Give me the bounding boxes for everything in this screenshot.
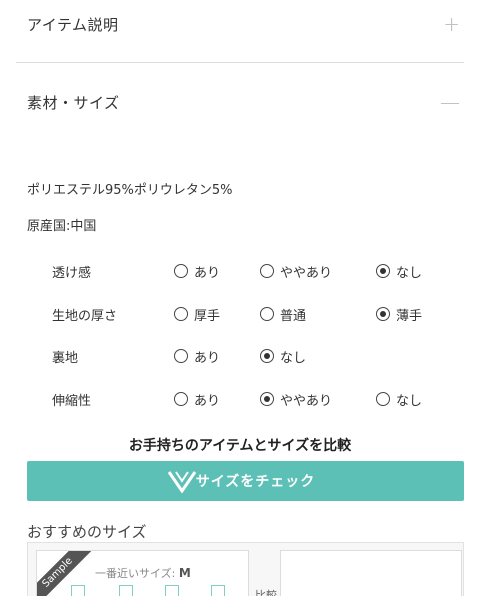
radio-label: あり: [194, 350, 221, 366]
radio-label: 薄手: [396, 308, 423, 324]
radio-label: なし: [396, 393, 423, 409]
radio-option[interactable]: ややあり: [260, 389, 332, 409]
attribute-label: 透け感: [52, 266, 92, 281]
v-logo-icon: [167, 471, 197, 493]
compare-label: 比較: [255, 589, 277, 596]
radio-button[interactable]: [174, 349, 188, 363]
radio-option[interactable]: あり: [174, 389, 220, 409]
divider: [16, 62, 464, 63]
recommended-size-panel: Sample 一番近いサイズ: M 比較: [27, 542, 464, 596]
attribute-row: 生地の厚さ 厚手 普通 薄手: [0, 302, 480, 326]
accordion-title: 素材・サイズ: [27, 94, 120, 112]
radio-button[interactable]: [260, 307, 274, 321]
accordion-item-description[interactable]: アイテム説明 +: [0, 8, 480, 48]
radio-option[interactable]: なし: [376, 261, 422, 281]
radio-label: ややあり: [280, 265, 333, 281]
attribute-row: 伸縮性 あり ややあり なし: [0, 387, 480, 411]
minus-icon[interactable]: —: [440, 92, 460, 112]
radio-button[interactable]: [260, 392, 274, 406]
radio-button[interactable]: [260, 349, 274, 363]
radio-label: なし: [280, 350, 307, 366]
radio-label: あり: [194, 265, 221, 281]
nearest-size-value: M: [178, 566, 191, 580]
pants-icon: [165, 585, 179, 596]
size-check-label: サイズをチェック: [195, 474, 316, 490]
compare-title: お手持ちのアイテムとサイズを比較: [128, 438, 352, 454]
radio-button[interactable]: [376, 307, 390, 321]
compare-card[interactable]: [280, 550, 462, 596]
radio-option[interactable]: あり: [174, 261, 220, 281]
pants-icon: [119, 585, 133, 596]
plus-icon[interactable]: +: [443, 14, 460, 34]
sample-ribbon: Sample: [37, 551, 96, 596]
attribute-label: 裏地: [52, 351, 79, 366]
radio-label: なし: [396, 265, 423, 281]
radio-option[interactable]: 普通: [260, 304, 306, 324]
accordion-title: アイテム説明: [27, 16, 119, 34]
recommended-card[interactable]: Sample 一番近いサイズ: M: [36, 550, 249, 596]
recommended-size-title: おすすめのサイズ: [27, 523, 147, 541]
radio-option[interactable]: ややあり: [260, 261, 332, 281]
radio-label: ややあり: [280, 393, 333, 409]
pants-icon: [71, 585, 85, 596]
radio-option[interactable]: 厚手: [174, 304, 220, 324]
attribute-label: 伸縮性: [52, 394, 92, 409]
radio-button[interactable]: [260, 264, 274, 278]
pants-icon: [211, 585, 225, 596]
radio-button[interactable]: [174, 307, 188, 321]
origin-text: 原産国:中国: [27, 219, 97, 234]
material-text: ポリエステル95%ポリウレタン5%: [27, 183, 233, 198]
radio-label: あり: [194, 393, 221, 409]
nearest-size: 一番近いサイズ: M: [95, 565, 191, 581]
radio-label: 厚手: [194, 308, 221, 324]
attribute-row: 透け感 あり ややあり なし: [0, 259, 480, 283]
size-check-button[interactable]: サイズをチェック: [27, 461, 464, 501]
nearest-size-label: 一番近いサイズ:: [95, 567, 176, 580]
radio-option[interactable]: なし: [260, 346, 306, 366]
radio-button[interactable]: [376, 264, 390, 278]
attribute-label: 生地の厚さ: [52, 309, 118, 324]
radio-button[interactable]: [376, 392, 390, 406]
radio-option[interactable]: なし: [376, 389, 422, 409]
attribute-row: 裏地 あり なし: [0, 344, 480, 368]
radio-option[interactable]: 薄手: [376, 304, 422, 324]
accordion-material-size[interactable]: 素材・サイズ —: [0, 86, 480, 126]
radio-button[interactable]: [174, 392, 188, 406]
radio-label: 普通: [280, 308, 307, 324]
radio-option[interactable]: あり: [174, 346, 220, 366]
radio-button[interactable]: [174, 264, 188, 278]
